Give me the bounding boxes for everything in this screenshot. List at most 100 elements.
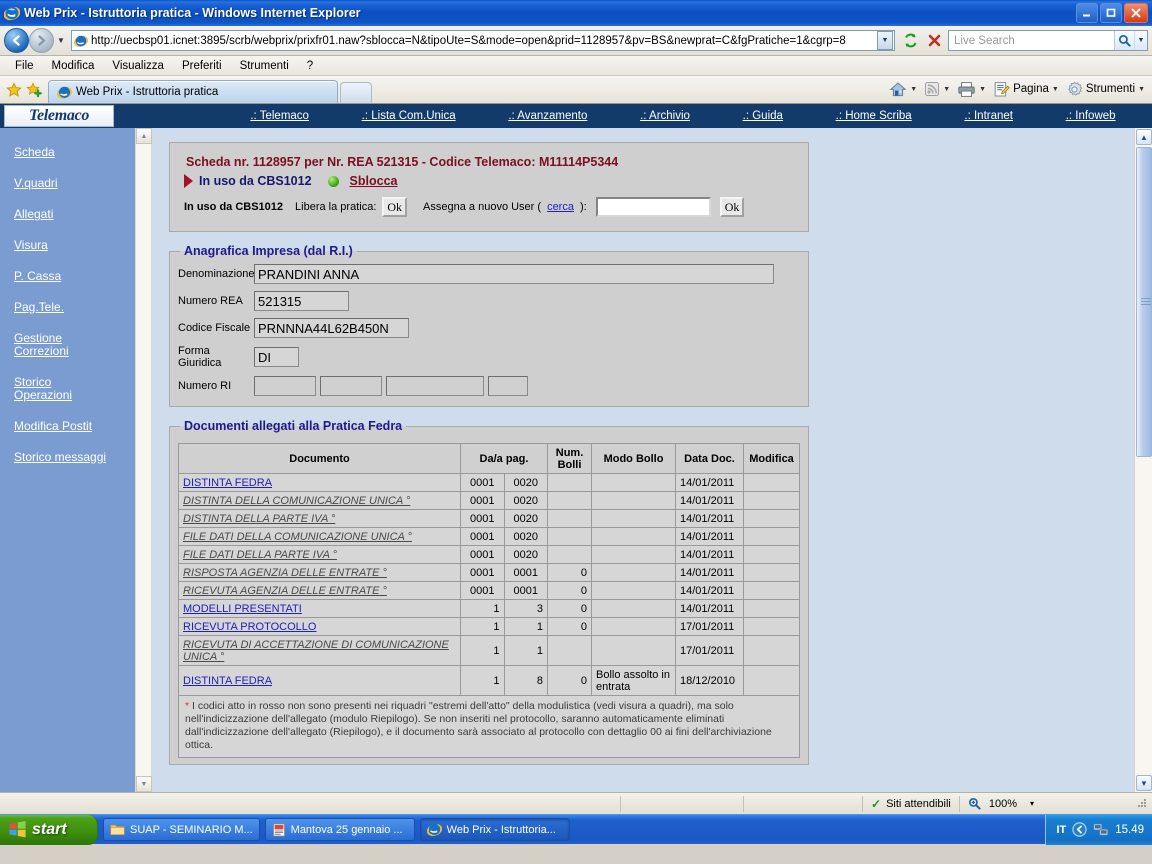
scroll-up-icon[interactable]: ▲ <box>1136 129 1152 145</box>
nav-link-telemaco[interactable]: .: Telemaco <box>250 110 309 122</box>
language-indicator[interactable]: IT <box>1056 824 1066 836</box>
back-button[interactable] <box>4 28 29 53</box>
nav-link-home-scriba[interactable]: .: Home Scriba <box>836 110 912 122</box>
scroll-down-icon[interactable]: ▼ <box>1136 775 1152 791</box>
search-provider-dropdown-icon[interactable]: ▼ <box>1134 31 1147 50</box>
codice-fiscale-input[interactable]: PRNNNA44L62B450N <box>254 318 409 338</box>
assegna-ok-button[interactable]: Ok <box>719 197 745 217</box>
start-button[interactable]: start <box>0 814 98 845</box>
feeds-dropdown-icon[interactable]: ▼ <box>943 86 950 93</box>
numero-rea-input[interactable]: 521315 <box>254 291 349 311</box>
nav-link-infoweb[interactable]: .: Infoweb <box>1066 110 1116 122</box>
menu-item-file[interactable]: File <box>6 60 43 72</box>
zoom-dropdown-icon[interactable]: ▾ <box>1030 799 1034 808</box>
cell-modifica <box>743 635 800 666</box>
numero-ri-input-1[interactable] <box>254 376 316 396</box>
cell-da: 0001 <box>460 581 505 600</box>
sidebar-scroll-up-icon[interactable]: ▲ <box>136 128 152 144</box>
numero-ri-input-4[interactable] <box>488 376 528 396</box>
page-menu-button[interactable]: Pagina ▼ <box>990 78 1062 100</box>
new-tab-button[interactable] <box>340 82 372 103</box>
sidebar-item-storico-messaggi[interactable]: Storico messaggi <box>14 451 109 464</box>
libera-ok-button[interactable]: Ok <box>382 197 408 217</box>
doc-link[interactable]: MODELLI PRESENTATI <box>183 603 302 615</box>
col-modifica: Modifica <box>743 443 800 474</box>
menu-item-visualizza[interactable]: Visualizza <box>103 60 173 72</box>
menu-item-modifica[interactable]: Modifica <box>43 60 104 72</box>
sidebar-item-allegati[interactable]: Allegati <box>14 208 109 221</box>
window-controls <box>1076 3 1150 23</box>
denominazione-input[interactable]: PRANDINI ANNA <box>254 264 774 284</box>
cerca-link[interactable]: cerca <box>547 201 574 213</box>
recent-pages-dropdown-icon[interactable]: ▼ <box>54 36 68 45</box>
nav-link-avanzamento[interactable]: .: Avanzamento <box>508 110 587 122</box>
stop-button[interactable] <box>922 30 946 52</box>
taskbar-item-mantova[interactable]: Mantova 25 gennaio ... <box>264 818 415 841</box>
refresh-button[interactable] <box>898 30 922 52</box>
sidebar-scroll-down-icon[interactable]: ▼ <box>136 776 152 792</box>
security-zone[interactable]: ✓ Siti attendibili <box>863 793 959 815</box>
zoom-level-label: 100% <box>988 797 1018 810</box>
cell-bolli <box>547 509 592 528</box>
sidebar-item-p-cassa[interactable]: P. Cassa <box>14 270 109 283</box>
forward-button[interactable] <box>29 28 54 53</box>
doc-link[interactable]: DISTINTA FEDRA <box>183 675 272 687</box>
favorites-center-icon[interactable] <box>4 79 24 101</box>
browser-tab-0[interactable]: Web Prix - Istruttoria pratica <box>48 80 338 103</box>
feeds-button[interactable]: ▼ <box>921 78 953 100</box>
tools-menu-button[interactable]: Strumenti ▼ <box>1063 78 1148 100</box>
taskbar-item-webprix[interactable]: Web Prix - Istruttoria... <box>419 818 570 841</box>
maximize-button[interactable] <box>1100 3 1122 23</box>
sblocca-link[interactable]: Sblocca <box>350 174 398 188</box>
add-to-favorites-icon[interactable] <box>24 79 44 101</box>
numero-ri-input-2[interactable] <box>320 376 382 396</box>
sidebar-item-storico-operazioni[interactable]: Storico Operazioni <box>14 376 109 402</box>
search-box[interactable]: Live Search ▼ <box>948 30 1148 51</box>
folder-icon <box>110 823 125 836</box>
sidebar-item-scheda[interactable]: Scheda <box>14 146 109 159</box>
doc-link[interactable]: RICEVUTA PROTOCOLLO <box>183 621 316 633</box>
sidebar-scrollbar[interactable]: ▲ ▼ <box>135 128 152 792</box>
sidebar-item-vquadri[interactable]: V.quadri <box>14 177 109 190</box>
tools-menu-label: Strumenti <box>1085 83 1136 95</box>
close-button[interactable] <box>1124 3 1148 23</box>
tools-dropdown-icon[interactable]: ▼ <box>1138 86 1145 93</box>
taskbar-item-suap[interactable]: SUAP - SEMINARIO M... <box>103 818 260 841</box>
nav-link-lista-comunica[interactable]: .: Lista Com.Unica <box>362 110 456 122</box>
print-button[interactable]: ▼ <box>954 78 989 100</box>
home-dropdown-icon[interactable]: ▼ <box>910 86 917 93</box>
sidebar-item-visura[interactable]: Visura <box>14 239 109 252</box>
search-icon[interactable] <box>1114 31 1134 50</box>
nav-link-intranet[interactable]: .: Intranet <box>964 110 1013 122</box>
forma-giuridica-input[interactable]: DI <box>254 347 299 367</box>
nav-link-guida[interactable]: .: Guida <box>743 110 783 122</box>
site-nav-links: .: Telemaco .: Lista Com.Unica .: Avanza… <box>114 110 1152 122</box>
assegna-user-input[interactable] <box>595 197 711 217</box>
nav-link-archivio[interactable]: .: Archivio <box>640 110 690 122</box>
doc-label: RICEVUTA DI ACCETTAZIONE DI COMUNICAZION… <box>183 638 449 663</box>
menu-item-strumenti[interactable]: Strumenti <box>231 60 298 72</box>
menu-item-preferiti[interactable]: Preferiti <box>173 60 231 72</box>
address-bar[interactable]: http://uecbsp01.icnet:3895/scrb/webprix/… <box>71 30 895 51</box>
sidebar-item-modifica-postit[interactable]: Modifica Postit <box>14 420 109 433</box>
numero-ri-input-3[interactable] <box>386 376 484 396</box>
show-hidden-icons-icon[interactable] <box>1072 822 1087 837</box>
resize-grip-icon[interactable] <box>1134 796 1150 812</box>
sidebar-item-gestione-correzioni[interactable]: Gestione Correzioni <box>14 332 109 358</box>
cell-bolli <box>547 473 592 492</box>
search-input[interactable]: Live Search <box>954 35 1114 47</box>
network-icon[interactable] <box>1093 823 1109 837</box>
scrollbar-thumb[interactable] <box>1136 147 1152 457</box>
home-button[interactable]: ▼ <box>886 78 920 100</box>
clock[interactable]: 15.49 <box>1115 824 1144 836</box>
print-dropdown-icon[interactable]: ▼ <box>979 86 986 93</box>
address-dropdown-icon[interactable]: ▼ <box>877 31 893 50</box>
sidebar-item-pag-tele[interactable]: Pag.Tele. <box>14 301 109 314</box>
page-dropdown-icon[interactable]: ▼ <box>1052 86 1059 93</box>
menu-item-help[interactable]: ? <box>298 60 322 72</box>
cell-modifica <box>743 617 800 636</box>
minimize-button[interactable] <box>1076 3 1098 23</box>
zoom-control[interactable]: 100% ▾ <box>960 793 1042 815</box>
page-scrollbar[interactable]: ▲ ▼ <box>1134 128 1152 792</box>
doc-link[interactable]: DISTINTA FEDRA <box>183 477 272 489</box>
